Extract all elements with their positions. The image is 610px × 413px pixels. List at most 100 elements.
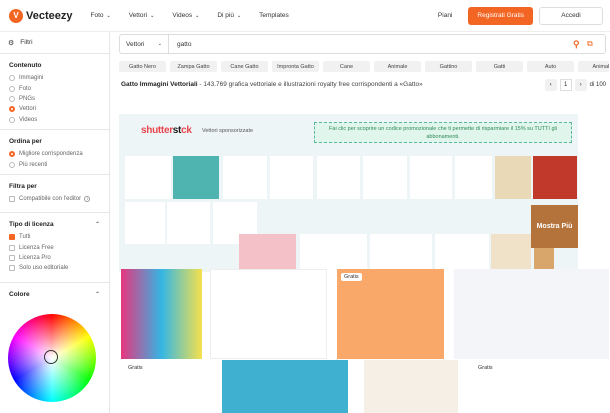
sponsored-thumb[interactable] (317, 156, 360, 199)
option-label: Foto (19, 85, 32, 92)
show-more-button[interactable]: Mostra Più (531, 205, 578, 248)
chevron-down-icon: ⌄ (157, 41, 162, 47)
next-page-button[interactable]: › (574, 79, 587, 91)
checkbox-icon (9, 244, 15, 251)
radio-option[interactable]: Videos (9, 115, 100, 125)
filters-sidebar: ⚙ Filtri Contenuto Immagini Foto PNGs Vet… (0, 32, 110, 413)
image-search-icon[interactable]: ⧉ (587, 39, 605, 49)
tag-chip[interactable]: Impronta Gatto (272, 61, 319, 72)
sponsored-thumb[interactable] (270, 156, 313, 199)
results-heading: Gatto Immagini Vettoriali - 143.769 graf… (121, 81, 423, 88)
results-desc: - 143.769 grafica vettoriale e illustraz… (199, 81, 423, 88)
page-total: di 100 (589, 82, 606, 88)
option-label: Più recenti (19, 161, 48, 168)
color-picker-handle[interactable] (44, 349, 58, 364)
radio-option[interactable]: Immagini (9, 73, 100, 83)
result-tile[interactable] (210, 269, 327, 359)
radio-option[interactable]: Foto (9, 83, 100, 93)
sponsored-thumb[interactable] (223, 156, 267, 199)
sponsored-thumb[interactable] (125, 202, 165, 244)
sponsored-thumb[interactable] (410, 156, 452, 199)
main-nav: Foto ⌄ Vettori ⌄ Videos ⌄ Di più ⌄ Templates (90, 12, 306, 19)
tag-chip[interactable]: Animali (578, 61, 609, 72)
chevron-down-icon: ⌄ (150, 12, 155, 19)
radio-selected-icon (9, 106, 15, 113)
shutterstock-logo[interactable]: shutterstck (141, 125, 192, 136)
checkbox-option[interactable]: Licenza Free (9, 243, 100, 253)
option-label: Licenza Free (19, 244, 54, 251)
result-tile[interactable] (121, 269, 202, 359)
radio-icon (9, 161, 15, 168)
radio-selected-icon (9, 151, 15, 158)
chevron-down-icon: ⌄ (106, 12, 111, 19)
section-title: Ordina per (9, 137, 42, 145)
chevron-up-icon[interactable]: ⌃ (95, 291, 100, 298)
chevron-down-icon: ⌄ (195, 12, 200, 19)
checkbox-option[interactable]: Tutti (9, 232, 100, 242)
checkbox-icon (9, 265, 15, 272)
sponsored-thumb[interactable] (167, 202, 210, 244)
sponsored-thumb[interactable] (125, 156, 171, 199)
vecteezy-logo[interactable]: V Vecteezy (9, 8, 72, 23)
result-tile[interactable] (364, 360, 458, 413)
checkbox-icon (9, 195, 15, 202)
pagination: ‹ 1 › di 100 (544, 79, 606, 91)
option-label: Migliore corrispondenza (19, 151, 83, 158)
radio-option[interactable]: Vettori (9, 104, 100, 114)
radio-option[interactable]: PNGs (9, 94, 100, 104)
color-wheel[interactable] (8, 313, 96, 402)
section-title: Contenuto (9, 62, 42, 69)
radio-icon (9, 75, 15, 82)
option-label: Vettori (19, 106, 37, 113)
filter-section: Filtra per Compatibile con l'editor i (0, 175, 109, 204)
result-tile[interactable]: Gratis (471, 360, 609, 413)
option-label: Compatibile con l'editor (19, 195, 82, 202)
sponsored-thumb[interactable] (363, 156, 407, 199)
login-button[interactable]: Accedi (539, 6, 603, 25)
radio-icon (9, 95, 15, 102)
tag-chip[interactable]: Gatti (476, 61, 523, 72)
nav-templates[interactable]: Templates (259, 12, 289, 19)
filters-header[interactable]: ⚙ Filtri (0, 32, 109, 54)
results-title: Gatto Immagini Vettoriali (121, 81, 198, 88)
result-tile[interactable]: Gratis (337, 269, 444, 359)
sponsored-thumb[interactable] (495, 156, 531, 199)
tag-chip[interactable]: Gatto Nero (119, 61, 166, 72)
order-section: Ordina per Migliore corrispondenza Più r… (0, 130, 109, 170)
plans-link[interactable]: Piani (438, 12, 452, 19)
checkbox-option[interactable]: Solo uso editoriale (9, 263, 100, 273)
color-section: Colore ⌃ (0, 283, 109, 302)
search-input[interactable]: gatto (169, 41, 573, 48)
sponsored-thumb[interactable] (533, 156, 577, 199)
radio-option[interactable]: Più recenti (9, 159, 100, 169)
free-badge: Gratis (125, 364, 146, 372)
search-icon[interactable]: ⚲ (573, 39, 587, 50)
search-type-select[interactable]: Vettori ⌄ (120, 35, 169, 53)
info-icon[interactable]: i (84, 195, 91, 202)
option-label: Videos (19, 116, 38, 123)
tag-chip[interactable]: Zampa Gatto (170, 61, 217, 72)
tag-chip[interactable]: Cane (323, 61, 370, 72)
sponsored-thumb[interactable] (455, 156, 492, 199)
nav-videos[interactable]: Videos ⌄ (172, 12, 199, 19)
chevron-up-icon[interactable]: ⌃ (95, 221, 100, 228)
prev-page-button[interactable]: ‹ (544, 79, 557, 91)
radio-option[interactable]: Migliore corrispondenza (9, 149, 100, 159)
register-button[interactable]: Registrati Gratis (468, 6, 533, 25)
nav-dipiu[interactable]: Di più ⌄ (217, 12, 241, 19)
content-section: Contenuto Immagini Foto PNGs Vettori Vid… (0, 54, 109, 125)
tag-chip[interactable]: Animale (374, 61, 421, 72)
checkbox-option[interactable]: Licenza Pro (9, 253, 100, 263)
checkbox-option[interactable]: Compatibile con l'editor i (9, 194, 100, 204)
page-input[interactable]: 1 (559, 79, 572, 91)
sponsored-thumb[interactable] (173, 156, 219, 199)
nav-foto[interactable]: Foto ⌄ (90, 12, 110, 19)
tag-chip[interactable]: Cane Gatto (221, 61, 268, 72)
tag-chip[interactable]: Gattino (425, 61, 472, 72)
result-tile[interactable]: Gratis (121, 360, 212, 413)
result-tile[interactable] (454, 269, 609, 359)
tag-chip[interactable]: Auto (527, 61, 574, 72)
nav-vettori[interactable]: Vettori ⌄ (129, 12, 155, 19)
result-tile[interactable] (222, 360, 348, 413)
promo-banner[interactable]: Fai clic per scoprire un codice promozio… (314, 122, 572, 143)
